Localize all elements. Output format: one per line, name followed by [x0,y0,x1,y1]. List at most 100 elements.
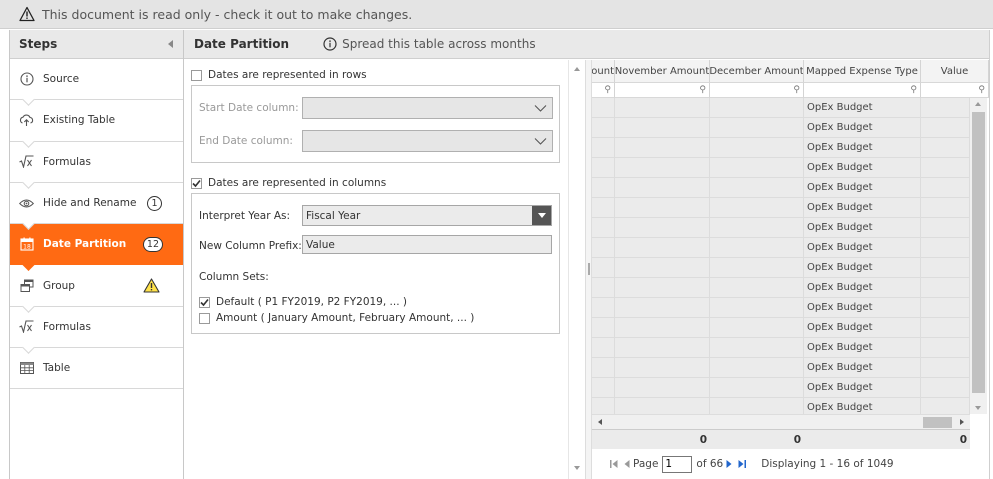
table-cell: OpEx Budget [804,138,921,158]
table-cell: OpEx Budget [804,278,921,298]
table-cell [615,218,710,238]
table-cell [615,398,710,414]
table-cell [592,238,615,258]
column-filter-input[interactable]: ⚲ [921,83,989,98]
scroll-up-arrow-icon[interactable] [975,102,981,106]
column-header[interactable]: December Amount [710,60,804,83]
step-source[interactable]: Source [10,59,183,107]
step-existing-table[interactable]: Existing Table [10,100,183,148]
total-cell: 0 [959,434,967,446]
step-table[interactable]: Table [10,348,183,390]
dropdown-arrow-icon[interactable] [532,206,551,225]
dates-in-columns-checkbox[interactable] [191,177,202,189]
grid-body: OpEx Budget OpEx Budget OpEx Budget OpEx Bu… [592,98,970,414]
previous-page-icon[interactable] [623,459,631,469]
column-filter-input[interactable]: ⚲ [592,83,615,98]
scroll-up-arrow-icon[interactable] [574,67,580,71]
column-filter-input[interactable]: ⚲ [804,83,921,98]
interpret-year-select[interactable]: Fiscal Year [302,205,552,226]
step-label: Existing Table [43,114,116,127]
scroll-left-arrow-icon[interactable] [598,419,602,425]
table-cell [921,298,970,318]
first-page-icon[interactable] [609,459,619,469]
warning-triangle-icon [140,278,163,293]
grid-horizontal-scrollbar[interactable] [592,414,970,429]
chevron-down-icon [534,105,547,112]
step-label: Date Partition [43,238,127,251]
interpret-year-label: Interpret Year As: [199,210,291,222]
table-cell [710,258,804,278]
table-cell [710,98,804,118]
search-icon[interactable]: ⚲ [910,85,917,95]
column-header[interactable]: Mapped Expense Type [804,60,921,83]
scroll-right-arrow-icon[interactable] [960,419,964,425]
next-page-icon[interactable] [725,459,733,469]
step-group[interactable]: Group [10,265,183,313]
step-date-partition[interactable]: 18 Date Partition 12 [10,224,183,272]
interpret-year-value: Fiscal Year [306,209,361,222]
start-date-select[interactable] [302,97,553,119]
scroll-down-arrow-icon[interactable] [975,406,981,410]
table-cell [710,378,804,398]
table-cell [592,358,615,378]
table-cell [921,118,970,138]
column-set-default-checkbox[interactable] [199,296,210,308]
table-cell [592,298,615,318]
column-header[interactable]: Value [921,60,989,83]
column-set-amount-checkbox[interactable] [199,312,210,324]
dates-in-rows-checkbox[interactable] [191,69,202,81]
page-number-input[interactable] [662,455,693,473]
total-cell: 0 [793,434,801,446]
column-header[interactable]: ount [592,60,615,83]
table-cell [615,178,710,198]
collapse-left-icon[interactable] [168,40,173,48]
column-filter-input[interactable]: ⚲ [615,83,710,98]
table-cell [615,378,710,398]
total-cell: 0 [699,434,707,446]
scroll-thumb[interactable] [972,112,985,393]
step-hide-and-rename[interactable]: Hide and Rename 1 [10,182,183,231]
last-page-icon[interactable] [737,459,747,469]
scroll-thumb[interactable] [923,417,952,428]
page-label: Page [633,458,659,470]
column-header[interactable]: November Amount [615,60,710,83]
table-cell: OpEx Budget [804,218,921,238]
search-icon[interactable]: ⚲ [604,85,611,95]
table-cell [615,338,710,358]
dates-in-columns-label: Dates are represented in columns [208,177,387,189]
table-cell [615,238,710,258]
table-cell [921,398,970,414]
table-cell [592,318,615,338]
table-cell: OpEx Budget [804,98,921,118]
end-date-select[interactable] [302,130,553,152]
table-cell [710,158,804,178]
column-filter-input[interactable]: ⚲ [710,83,804,98]
calendar-icon: 18 [19,237,34,252]
search-icon[interactable]: ⚲ [699,85,706,95]
table-cell: OpEx Budget [804,178,921,198]
grid-vertical-scrollbar[interactable] [970,98,987,414]
sqrt-x-icon [19,154,34,169]
table-cell [710,278,804,298]
table-cell [592,378,615,398]
end-date-label: End Date column: [199,135,293,147]
search-icon[interactable]: ⚲ [978,85,985,95]
table-cell [615,298,710,318]
dates-in-rows-label: Dates are represented in rows [208,69,367,81]
options-scrollbar[interactable] [568,60,585,479]
rows-fieldset: Start Date column: End Date column: [191,85,560,163]
table-cell: OpEx Budget [804,198,921,218]
step-formulas[interactable]: Formulas [10,141,183,189]
table-cell [615,138,710,158]
panel-splitter[interactable] [585,60,592,479]
table-cell [592,258,615,278]
column-prefix-input[interactable]: Value [302,235,552,254]
read-only-banner: This document is read only - check it ou… [0,0,993,29]
info-circle-icon [323,37,337,51]
scroll-down-arrow-icon[interactable] [574,466,580,470]
table-cell [592,218,615,238]
search-icon[interactable]: ⚲ [793,85,800,95]
step-formulas-2[interactable]: Formulas [10,306,183,354]
table-cell [592,158,615,178]
column-set-amount-label: Amount ( January Amount, February Amount… [216,312,475,324]
